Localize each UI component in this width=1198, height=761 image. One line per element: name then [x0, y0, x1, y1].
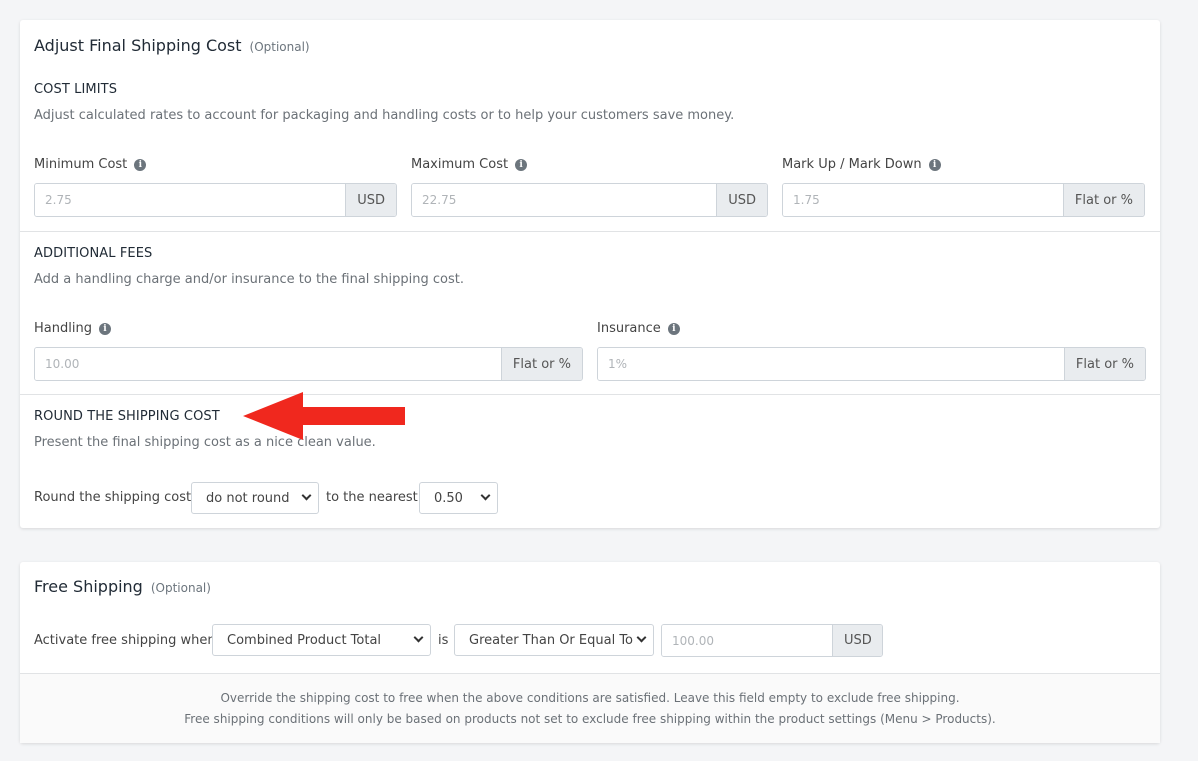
free-condition-value: Combined Product Total: [227, 632, 382, 648]
maximum-cost-group: USD: [411, 183, 768, 217]
info-icon[interactable]: i: [928, 158, 941, 171]
chevron-down-icon: [413, 632, 424, 643]
handling-label: Handling i: [34, 321, 111, 336]
is-label: is: [438, 633, 449, 648]
free-optional-label: (Optional): [150, 581, 211, 595]
round-label: Round the shipping cost: [34, 490, 192, 505]
red-arrow-annotation: [243, 392, 405, 440]
chevron-down-icon: [636, 632, 647, 643]
free-note-line-1: Override the shipping cost to free when …: [220, 691, 960, 705]
section-divider: [20, 231, 1160, 232]
round-heading: ROUND THE SHIPPING COST: [34, 409, 220, 424]
markup-addon: Flat or %: [1062, 184, 1144, 216]
minimum-cost-group: USD: [34, 183, 397, 217]
info-icon[interactable]: i: [515, 158, 528, 171]
maximum-cost-input[interactable]: [412, 184, 717, 216]
free-shipping-card: Free Shipping (Optional) Activate free sh…: [20, 562, 1160, 743]
adjust-optional-label: (Optional): [249, 40, 310, 54]
markup-label-text: Mark Up / Mark Down: [782, 157, 922, 172]
chevron-down-icon: [301, 490, 312, 501]
adjust-title-text: Adjust Final Shipping Cost: [34, 36, 242, 55]
markup-group: Flat or %: [782, 183, 1145, 217]
insurance-input[interactable]: [598, 348, 1064, 380]
maximum-cost-label-text: Maximum Cost: [411, 157, 509, 172]
insurance-addon: Flat or %: [1063, 348, 1145, 380]
cost-limits-heading: COST LIMITS: [34, 82, 118, 97]
free-condition-select[interactable]: Combined Product Total: [212, 624, 431, 656]
minimum-cost-label-text: Minimum Cost: [34, 157, 128, 172]
maximum-cost-currency-addon: USD: [716, 184, 767, 216]
round-mode-select[interactable]: do not round: [191, 482, 319, 514]
info-icon[interactable]: i: [667, 322, 680, 335]
maximum-cost-label: Maximum Cost i: [411, 157, 528, 172]
handling-addon: Flat or %: [500, 348, 582, 380]
free-card-title: Free Shipping (Optional): [34, 577, 211, 596]
free-operator-value: Greater Than Or Equal To: [469, 632, 633, 648]
minimum-cost-label: Minimum Cost i: [34, 157, 147, 172]
round-mode-value: do not round: [206, 490, 290, 506]
nearest-label: to the nearest: [326, 490, 418, 505]
minimum-cost-currency-addon: USD: [345, 184, 396, 216]
section-divider: [20, 394, 1160, 395]
round-nearest-select[interactable]: 0.50: [419, 482, 498, 514]
insurance-label-text: Insurance: [597, 321, 661, 336]
info-icon[interactable]: i: [134, 158, 147, 171]
info-icon[interactable]: i: [98, 322, 111, 335]
handling-input[interactable]: [35, 348, 501, 380]
additional-fees-heading: ADDITIONAL FEES: [34, 246, 153, 261]
insurance-label: Insurance i: [597, 321, 680, 336]
chevron-down-icon: [480, 490, 491, 501]
handling-group: Flat or %: [34, 347, 583, 381]
free-operator-select[interactable]: Greater Than Or Equal To: [454, 624, 654, 656]
free-amount-addon: USD: [832, 625, 882, 656]
adjust-shipping-card: Adjust Final Shipping Cost (Optional) COS…: [20, 20, 1160, 528]
red-arrow-shape: [243, 392, 405, 440]
free-title-text: Free Shipping: [34, 577, 143, 596]
cost-limits-description: Adjust calculated rates to account for p…: [34, 108, 735, 123]
insurance-group: Flat or %: [597, 347, 1146, 381]
activate-label: Activate free shipping when: [34, 633, 216, 648]
free-amount-group: USD: [661, 624, 883, 657]
free-note-line-2: Free shipping conditions will only be ba…: [184, 712, 996, 726]
additional-fees-description: Add a handling charge and/or insurance t…: [34, 272, 465, 287]
markup-input[interactable]: [783, 184, 1063, 216]
adjust-card-title: Adjust Final Shipping Cost (Optional): [34, 36, 310, 55]
handling-label-text: Handling: [34, 321, 92, 336]
minimum-cost-input[interactable]: [35, 184, 346, 216]
markup-label: Mark Up / Mark Down i: [782, 157, 941, 172]
free-amount-input[interactable]: [662, 625, 832, 656]
free-shipping-note: Override the shipping cost to free when …: [20, 673, 1160, 743]
round-nearest-value: 0.50: [434, 490, 463, 506]
